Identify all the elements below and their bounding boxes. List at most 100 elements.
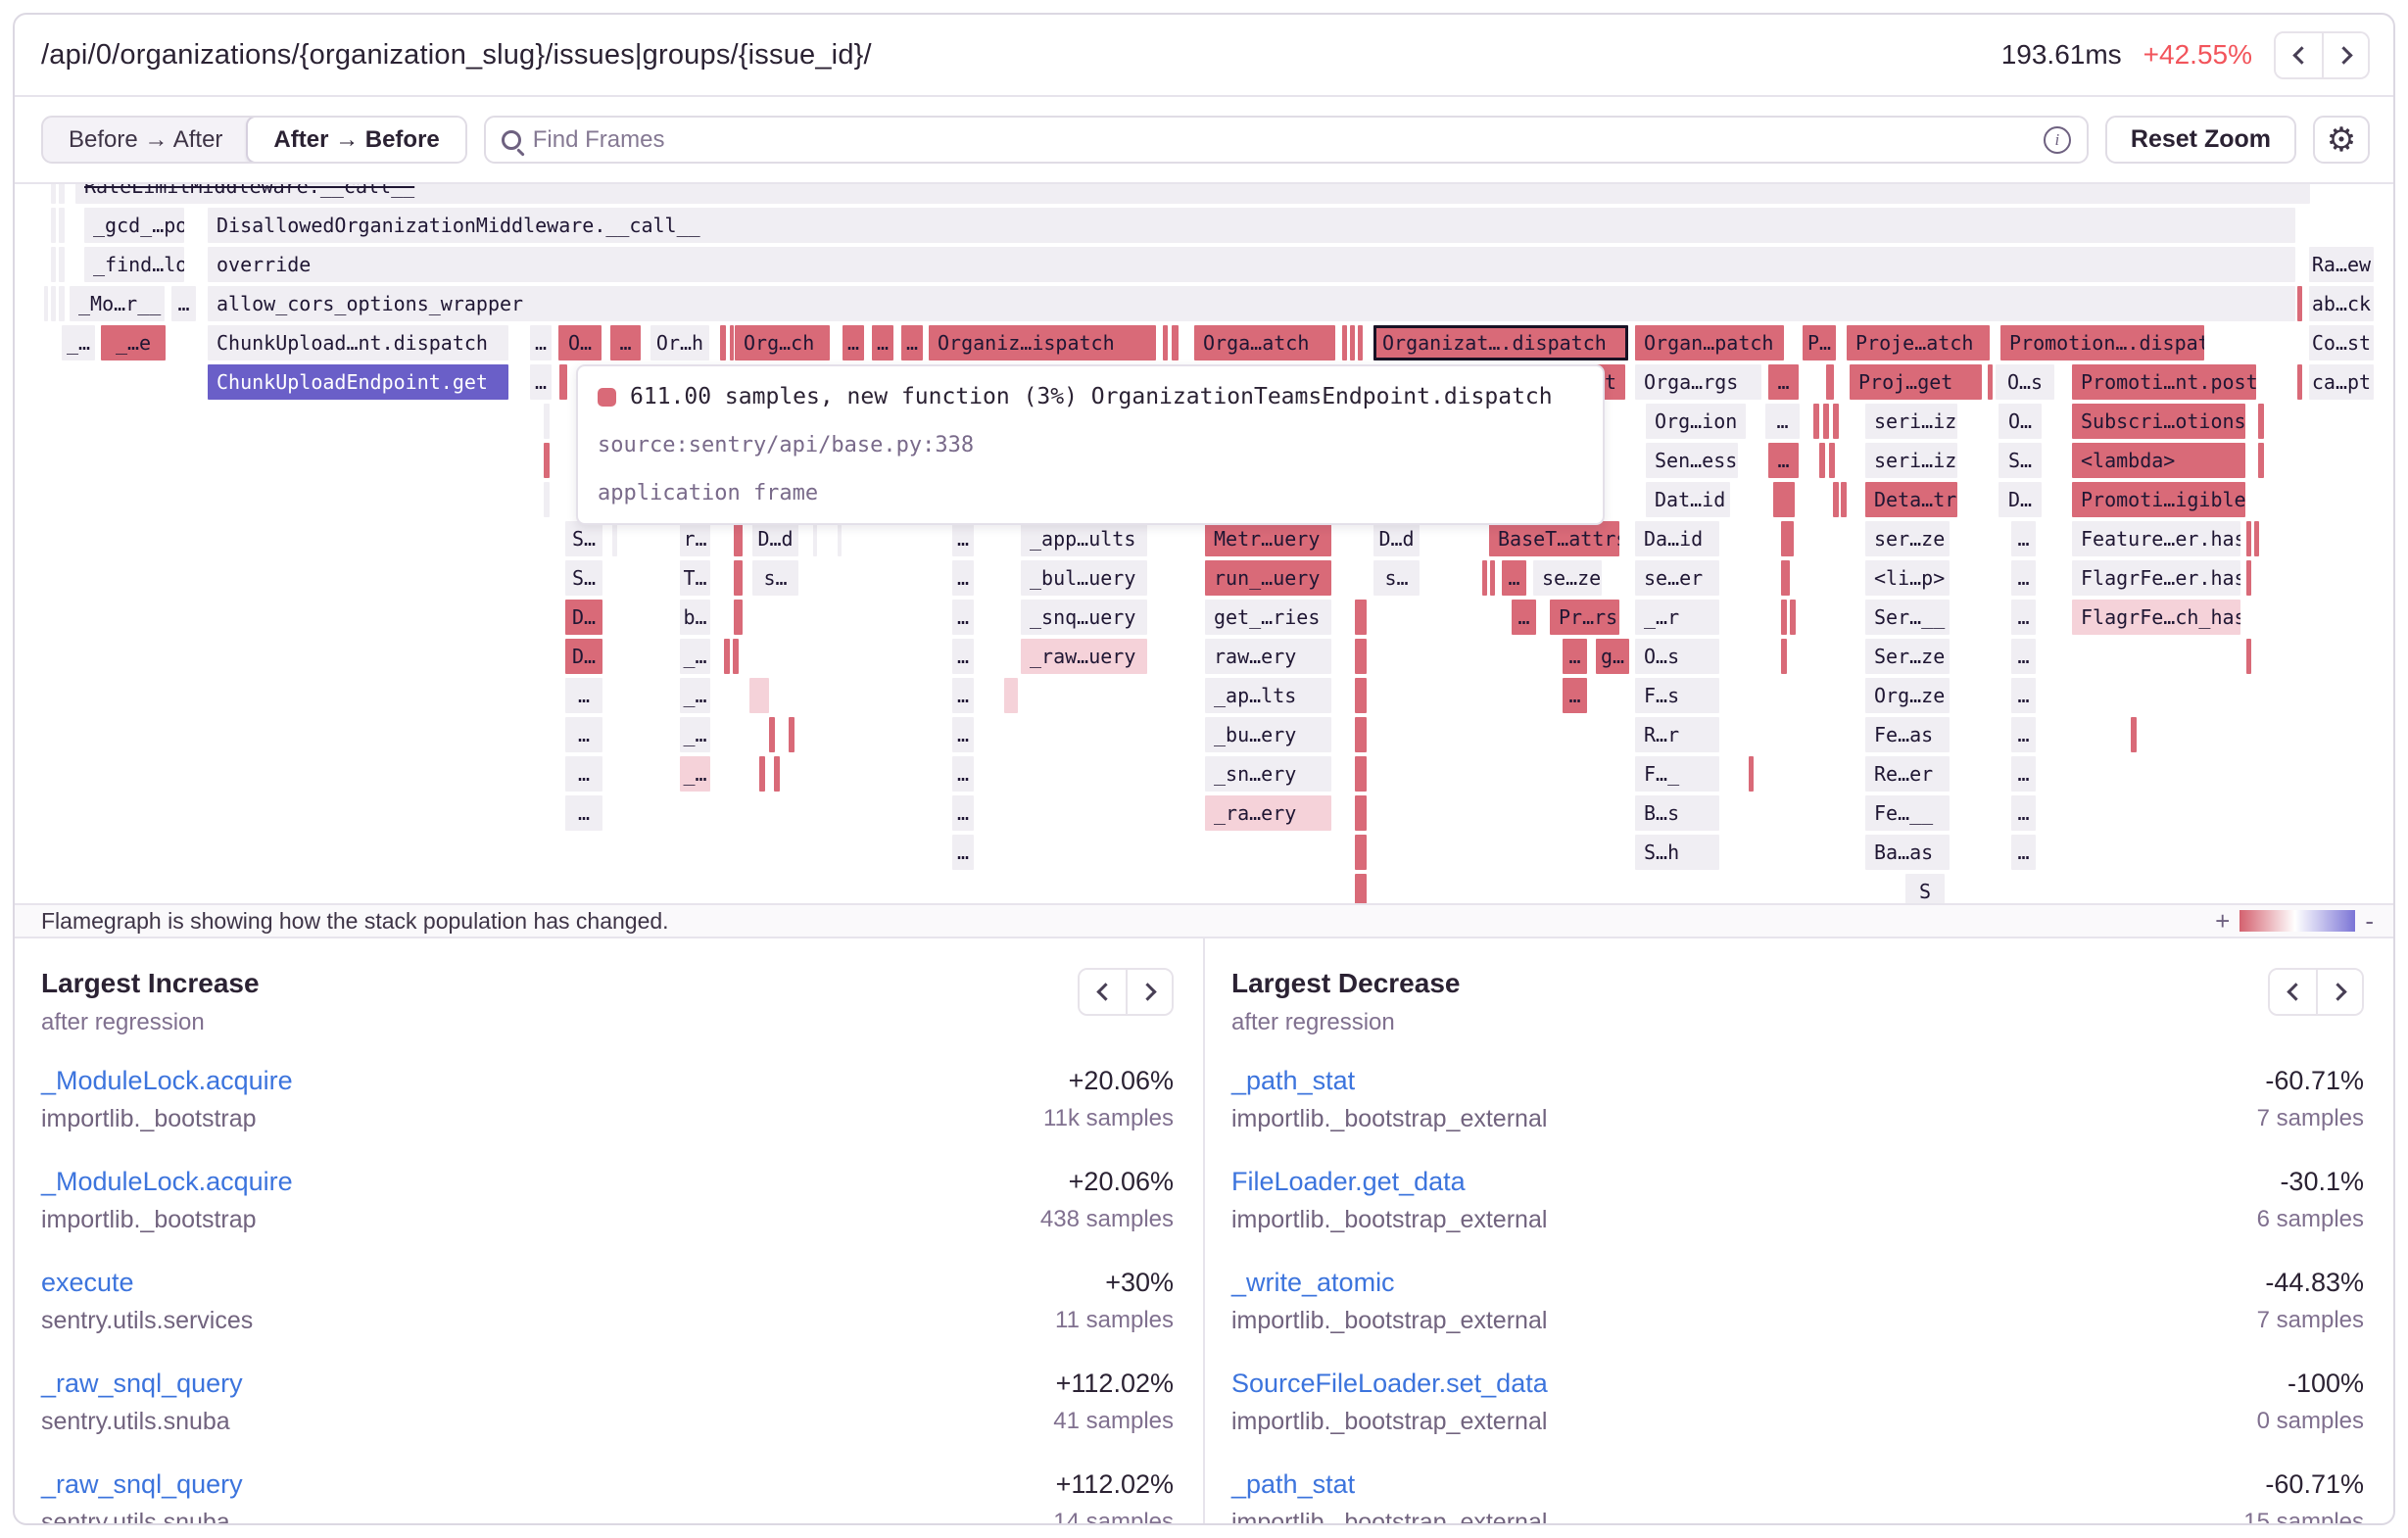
flame-frame[interactable]: _…e <box>101 325 166 360</box>
flame-frame[interactable]: Promoti…igible <box>2072 482 2245 517</box>
flame-frame[interactable]: … <box>952 678 974 713</box>
search-input[interactable] <box>533 126 2032 154</box>
flame-frame[interactable] <box>559 364 567 400</box>
flame-frame[interactable]: … <box>872 325 893 360</box>
flame-frame[interactable]: Dat…id <box>1646 482 1730 517</box>
flame-frame[interactable]: … <box>901 325 923 360</box>
flame-frame[interactable]: F…_ <box>1635 756 1719 792</box>
flamegraph[interactable]: 611.00 samples, new function (3%) Organi… <box>15 184 2393 903</box>
flame-frame[interactable]: S…h <box>1635 835 1719 870</box>
function-link[interactable]: _ModuleLock.acquire <box>41 1167 293 1197</box>
flame-frame[interactable]: Ser…__ <box>1865 600 1950 635</box>
function-link[interactable]: _path_stat <box>1231 1066 1547 1096</box>
flame-frame[interactable]: s… <box>752 560 798 596</box>
flame-frame[interactable] <box>1790 600 1796 635</box>
flame-frame[interactable] <box>59 208 65 243</box>
flame-frame[interactable]: se…er <box>1635 560 1719 596</box>
flame-frame[interactable] <box>733 639 739 674</box>
flame-frame[interactable]: Fe…__ <box>1865 795 1950 831</box>
flame-frame[interactable] <box>813 521 817 556</box>
flame-frame[interactable]: R…r <box>1635 717 1719 752</box>
flame-frame[interactable]: … <box>952 521 974 556</box>
flame-frame[interactable] <box>1833 482 1839 517</box>
decrease-next-button[interactable] <box>2316 970 2362 1014</box>
function-link[interactable]: _path_stat <box>1231 1469 1547 1500</box>
flame-frame[interactable]: get_…ries <box>1205 600 1331 635</box>
decrease-prev-button[interactable] <box>2270 970 2316 1014</box>
flame-frame[interactable] <box>2246 521 2251 556</box>
flame-frame[interactable] <box>59 184 65 204</box>
flame-frame[interactable] <box>44 286 48 321</box>
flame-frame[interactable]: FlagrFe…er.has <box>2072 560 2240 596</box>
flame-frame[interactable] <box>774 756 780 792</box>
flame-frame[interactable]: Co…st <box>2309 325 2374 360</box>
find-frames-search[interactable]: i <box>484 116 2089 164</box>
flame-frame[interactable]: … <box>2011 795 2036 831</box>
flame-frame[interactable]: … <box>1563 639 1587 674</box>
flame-frame[interactable]: _find…load <box>84 247 184 282</box>
flame-frame[interactable] <box>1172 325 1179 360</box>
flame-frame[interactable] <box>59 247 65 282</box>
flame-frame[interactable]: … <box>2011 756 2036 792</box>
flame-frame[interactable]: Org…ch <box>735 325 830 360</box>
info-icon[interactable]: i <box>2044 126 2071 154</box>
segment-before-after[interactable]: Before → After <box>43 118 248 162</box>
flame-frame[interactable]: … <box>1512 600 1536 635</box>
flame-frame[interactable]: g… <box>1596 639 1629 674</box>
flame-frame[interactable]: … <box>610 325 641 360</box>
flame-frame[interactable]: _Mo…r__ <box>70 286 165 321</box>
flame-frame[interactable] <box>1163 325 1168 360</box>
flame-frame[interactable]: D…d <box>752 521 798 556</box>
flame-frame[interactable]: Da…id <box>1635 521 1719 556</box>
flame-frame[interactable]: S… <box>1999 443 2042 478</box>
flame-frame[interactable]: _bu…ery <box>1205 717 1331 752</box>
flame-frame[interactable] <box>2258 443 2264 478</box>
flame-frame[interactable]: S… <box>565 560 602 596</box>
flame-frame[interactable]: O…s <box>1996 364 2054 400</box>
flame-frame[interactable] <box>769 717 775 752</box>
flame-frame[interactable]: Proj…get <box>1850 364 1982 400</box>
flame-frame[interactable]: _ap…lts <box>1205 678 1331 713</box>
flame-frame[interactable] <box>1004 678 1018 713</box>
flame-frame[interactable] <box>2258 404 2264 439</box>
flame-frame[interactable] <box>51 208 56 243</box>
flame-frame[interactable]: raw…ery <box>1205 639 1331 674</box>
flame-frame[interactable] <box>1355 678 1367 713</box>
flame-frame[interactable]: P… <box>1803 325 1836 360</box>
flame-frame[interactable]: … <box>2011 600 2036 635</box>
flame-frame[interactable] <box>2254 521 2259 556</box>
function-link[interactable]: execute <box>41 1268 253 1298</box>
flame-frame[interactable] <box>749 678 769 713</box>
flame-frame[interactable] <box>2246 560 2251 596</box>
flame-frame[interactable]: <lambda> <box>2072 443 2245 478</box>
flame-frame[interactable]: ca…pt <box>2309 364 2374 400</box>
flame-frame[interactable]: … <box>2011 678 2036 713</box>
flame-frame[interactable]: s… <box>1373 560 1420 596</box>
flame-frame[interactable] <box>734 521 743 556</box>
flame-frame[interactable]: O…s <box>1635 639 1719 674</box>
flame-frame[interactable] <box>724 639 730 674</box>
flame-frame[interactable]: F…s <box>1635 678 1719 713</box>
flame-frame[interactable] <box>1355 639 1367 674</box>
flame-frame[interactable]: <li…p> <box>1865 560 1950 596</box>
flame-frame[interactable]: Ra…ew <box>2309 247 2374 282</box>
flame-frame[interactable]: O… <box>558 325 602 360</box>
flame-frame[interactable] <box>1355 756 1367 792</box>
flame-frame[interactable]: Orga…atch <box>1194 325 1335 360</box>
flame-frame[interactable]: se…ze <box>1533 560 1602 596</box>
flame-frame[interactable]: … <box>1563 678 1587 713</box>
flame-frame[interactable] <box>1988 364 1993 400</box>
flame-frame[interactable]: … <box>2011 639 2036 674</box>
flame-frame[interactable]: _snq…uery <box>1021 600 1147 635</box>
flame-frame[interactable]: … <box>530 325 552 360</box>
flame-frame[interactable]: ser…ze <box>1865 521 1950 556</box>
settings-button[interactable]: ⚙ <box>2313 116 2370 164</box>
flame-frame[interactable]: r… <box>680 521 710 556</box>
flame-frame[interactable] <box>2297 286 2302 321</box>
flame-frame[interactable]: ChunkUploadEndpoint.get <box>208 364 508 400</box>
flame-frame[interactable]: Ba…as <box>1865 835 1950 870</box>
increase-next-button[interactable] <box>1126 970 1172 1014</box>
flame-frame[interactable]: _…r <box>1635 600 1719 635</box>
flame-frame[interactable]: _sn…ery <box>1205 756 1331 792</box>
flame-frame[interactable]: Org…ion <box>1646 404 1746 439</box>
